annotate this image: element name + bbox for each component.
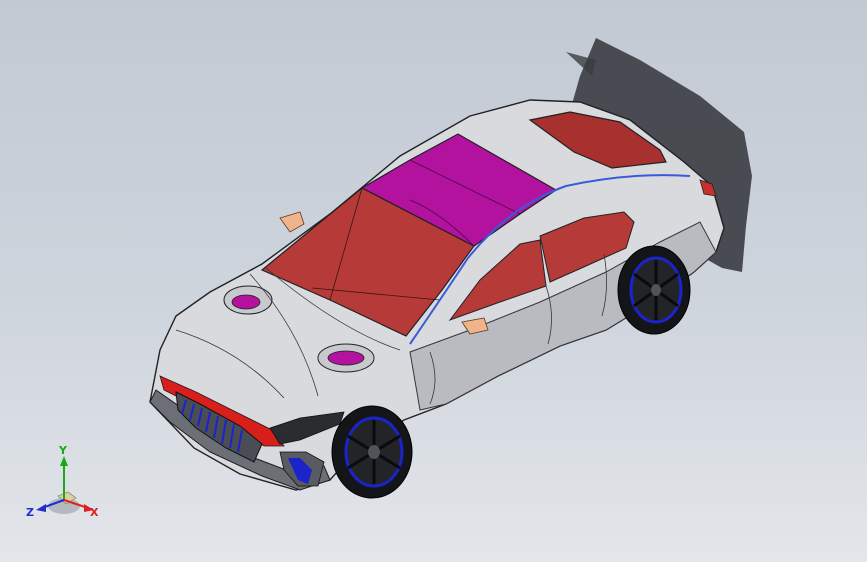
front-wheel[interactable] <box>331 405 413 499</box>
graphics-viewport[interactable]: Y X Z <box>0 0 867 562</box>
z-axis-arrow <box>36 504 46 512</box>
orientation-triad[interactable]: Y X Z <box>22 444 108 530</box>
side-mirror-left[interactable] <box>279 211 305 233</box>
y-axis-label: Y <box>58 444 68 457</box>
rear-wheel[interactable] <box>617 245 691 335</box>
y-axis-arrow <box>60 456 68 466</box>
car-model-3d[interactable] <box>0 0 867 562</box>
z-axis-label: Z <box>26 506 34 519</box>
hood-vent-right-insert <box>327 350 365 366</box>
hood-vent-left-insert <box>231 294 261 310</box>
x-axis-label: X <box>90 506 99 519</box>
